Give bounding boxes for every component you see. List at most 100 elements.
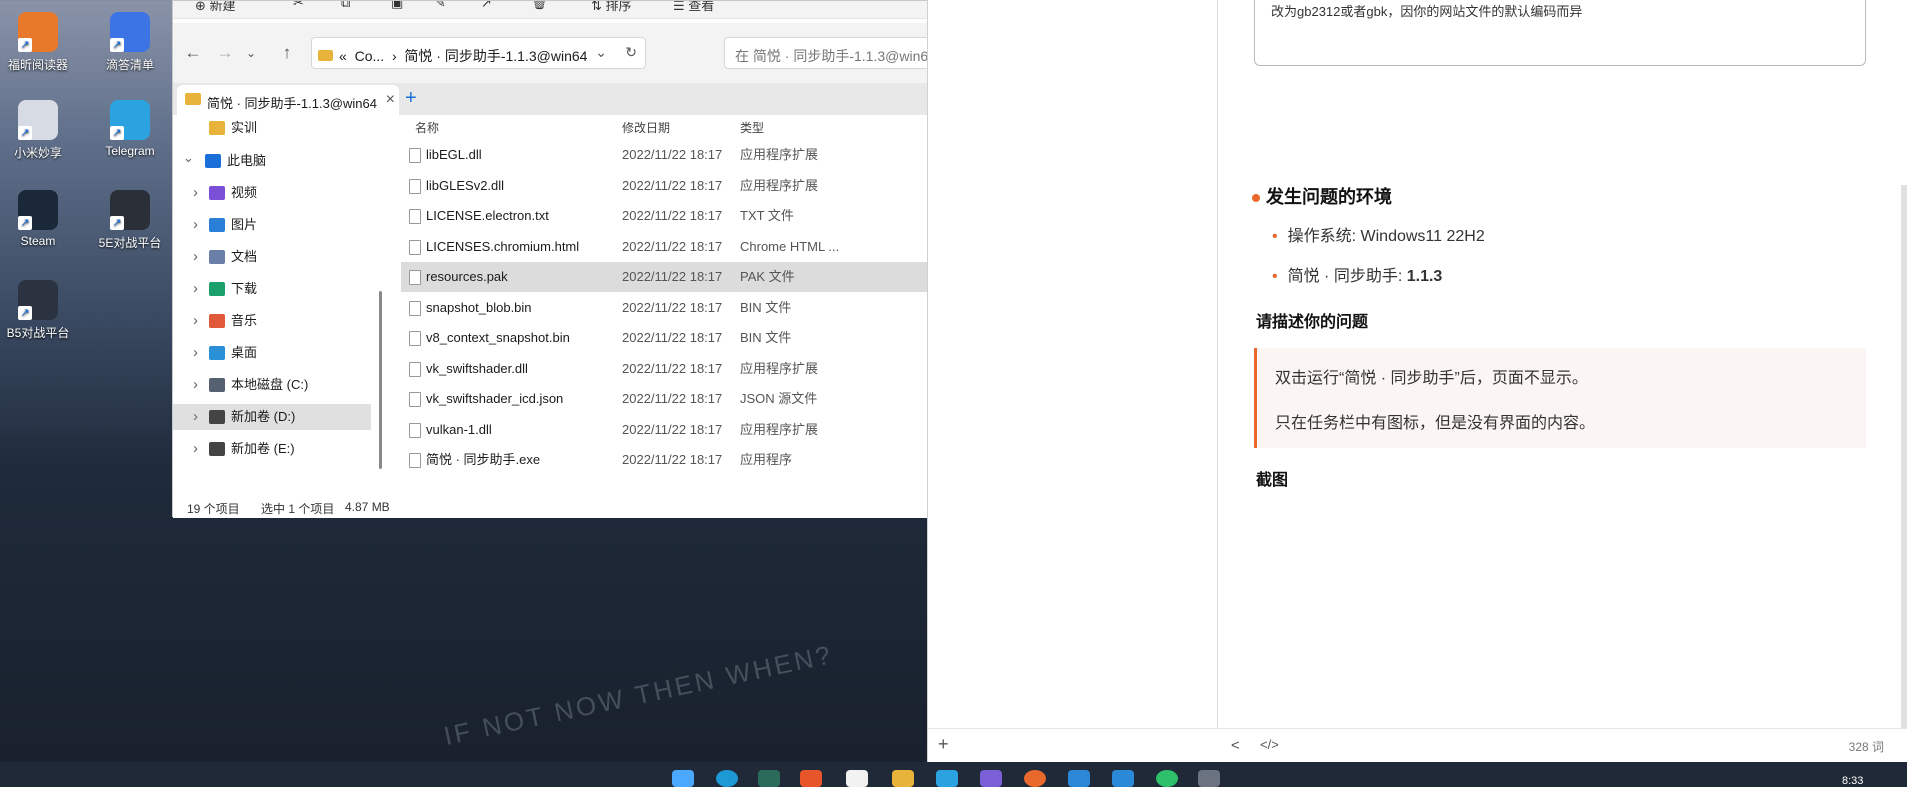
- start-icon[interactable]: [672, 770, 694, 787]
- nav-item[interactable]: › 下载: [173, 276, 371, 302]
- column-type[interactable]: 类型: [740, 119, 764, 136]
- refresh-icon[interactable]: ↻: [625, 44, 637, 61]
- nav-item[interactable]: › 新加卷 (E:): [173, 436, 371, 462]
- add-button[interactable]: +: [938, 734, 949, 755]
- back-button[interactable]: <: [1231, 737, 1240, 754]
- breadcrumb-item[interactable]: Co...: [355, 48, 385, 64]
- app-icon[interactable]: [800, 770, 822, 787]
- file-row[interactable]: snapshot_blob.bin 2022/11/22 18:17 BIN 文件: [401, 293, 930, 323]
- nav-item[interactable]: ⌄ 此电脑: [173, 148, 371, 174]
- vscode-icon[interactable]: [1112, 770, 1134, 787]
- desktop-icon[interactable]: ↗ Steam: [0, 190, 76, 248]
- back-arrow-icon[interactable]: ←: [183, 43, 203, 63]
- address-bar[interactable]: « Co... › 简悦 · 同步助手-1.1.3@win64 ⌄ ↻: [311, 37, 646, 69]
- chevron-right-icon[interactable]: ›: [193, 372, 198, 398]
- nav-item-label: 实训: [231, 120, 258, 135]
- file-row[interactable]: vk_swiftshader_icd.json 2022/11/22 18:17 J…: [401, 384, 930, 414]
- nav-item-icon: [209, 378, 225, 392]
- chevron-right-icon[interactable]: ›: [193, 308, 198, 334]
- nav-item-label: 下载: [231, 281, 258, 296]
- explorer-tab[interactable]: 简悦 · 同步助手-1.1.3@win64 ×: [177, 85, 399, 115]
- chevron-down-icon[interactable]: ⌄: [183, 145, 194, 171]
- cut-icon[interactable]: ✂: [293, 1, 304, 11]
- column-date[interactable]: 修改日期: [622, 119, 670, 136]
- quote-line: 双击运行“简悦 · 同步助手”后，页面不显示。: [1275, 370, 1588, 387]
- nav-item[interactable]: › 音乐: [173, 308, 371, 334]
- file-icon: [409, 239, 421, 255]
- rename-icon[interactable]: ✎: [435, 1, 446, 11]
- chevron-right-icon[interactable]: ›: [193, 276, 198, 302]
- taskbar: 8:33: [0, 762, 1907, 787]
- app-icon[interactable]: [758, 770, 780, 787]
- copy-icon[interactable]: ⧉: [341, 1, 350, 11]
- file-row[interactable]: vk_swiftshader.dll 2022/11/22 18:17 应用程序扩展: [401, 354, 930, 384]
- file-type: Chrome HTML ...: [740, 238, 840, 254]
- desktop-icon[interactable]: ↗ 福昕阅读器: [0, 12, 76, 73]
- desktop-icon[interactable]: ↗ Telegram: [92, 100, 168, 158]
- nav-item-label: 桌面: [231, 345, 258, 360]
- nav-item-label: 本地磁盘 (C:): [231, 377, 309, 392]
- nav-item[interactable]: › 视频: [173, 180, 371, 206]
- shortcut-arrow-icon: ↗: [18, 216, 32, 230]
- file-row[interactable]: LICENSES.chromium.html 2022/11/22 18:17 Ch…: [401, 232, 930, 262]
- recent-chevron-icon[interactable]: ⌄: [241, 46, 261, 60]
- nav-item[interactable]: › 本地磁盘 (C:): [173, 372, 371, 398]
- chevron-right-icon[interactable]: ›: [193, 340, 198, 366]
- file-icon: [409, 392, 421, 407]
- file-row[interactable]: libGLESv2.dll 2022/11/22 18:17 应用程序扩展: [401, 171, 930, 201]
- source-code-button[interactable]: </>: [1260, 737, 1279, 752]
- new-button[interactable]: ⊕ 新建: [195, 1, 236, 14]
- search-input[interactable]: 在 简悦 · 同步助手-1.1.3@win64: [724, 37, 934, 69]
- app-icon[interactable]: [1068, 770, 1090, 787]
- app-icon[interactable]: [980, 770, 1002, 787]
- desktop-icon[interactable]: ↗ B5对战平台: [0, 280, 76, 341]
- delete-icon[interactable]: 🗑: [531, 1, 548, 11]
- nav-item-label: 新加卷 (D:): [231, 409, 296, 424]
- file-icon: [409, 209, 421, 224]
- desktop-icon[interactable]: ↗ 滴答清单: [92, 12, 168, 73]
- file-date: 2022/11/22 18:17: [622, 299, 723, 315]
- chevron-right-icon[interactable]: ›: [193, 212, 198, 238]
- nav-item[interactable]: › 文档: [173, 244, 371, 270]
- app-icon[interactable]: [1198, 770, 1220, 787]
- editor-content[interactable]: 改为gb2312或者gbk，因你的网站文件的默认编码而异 发生问题的环境 • 操作…: [1218, 0, 1907, 728]
- forward-arrow-icon[interactable]: →: [215, 43, 235, 63]
- chevron-right-icon[interactable]: ›: [193, 436, 198, 462]
- chevron-right-icon[interactable]: ›: [193, 244, 198, 270]
- up-arrow-icon[interactable]: ↑: [277, 43, 297, 63]
- sort-button[interactable]: ⇅ 排序: [591, 1, 632, 14]
- chevron-right-icon[interactable]: ›: [193, 180, 198, 206]
- view-button[interactable]: ☰ 查看: [673, 1, 714, 14]
- file-row[interactable]: libEGL.dll 2022/11/22 18:17 应用程序扩展: [401, 140, 930, 170]
- paste-icon[interactable]: ▣: [391, 1, 403, 11]
- clock[interactable]: 8:33: [1842, 775, 1863, 787]
- new-tab-icon[interactable]: +: [405, 87, 417, 110]
- column-name[interactable]: 名称: [415, 119, 439, 136]
- breadcrumb-current[interactable]: 简悦 · 同步助手-1.1.3@win64: [404, 48, 587, 64]
- file-row[interactable]: v8_context_snapshot.bin 2022/11/22 18:17 B…: [401, 323, 930, 353]
- nav-scrollbar[interactable]: [379, 291, 382, 469]
- file-icon: [409, 178, 421, 194]
- editor-scrollbar[interactable]: [1901, 185, 1907, 728]
- app-icon[interactable]: [846, 770, 868, 787]
- app-icon[interactable]: [1156, 770, 1178, 787]
- nav-item[interactable]: › 新加卷 (D:): [173, 404, 371, 430]
- desktop-icon[interactable]: ↗ 5E对战平台: [92, 190, 168, 251]
- edge-icon[interactable]: [716, 770, 738, 787]
- close-tab-icon[interactable]: ×: [386, 91, 395, 109]
- file-explorer-icon[interactable]: [892, 770, 914, 787]
- nav-item[interactable]: 实训: [173, 115, 371, 141]
- file-row[interactable]: 简悦 · 同步助手.exe 2022/11/22 18:17 应用程序: [401, 445, 930, 475]
- nav-item[interactable]: › 桌面: [173, 340, 371, 366]
- app-icon[interactable]: [936, 770, 958, 787]
- chevron-right-icon[interactable]: ›: [193, 404, 198, 430]
- file-row[interactable]: resources.pak 2022/11/22 18:17 PAK 文件: [401, 262, 930, 292]
- nav-item[interactable]: › 图片: [173, 212, 371, 238]
- breadcrumb-overflow[interactable]: «: [339, 48, 347, 64]
- desktop-icon[interactable]: ↗ 小米妙享: [0, 100, 76, 161]
- address-dropdown-icon[interactable]: ⌄: [595, 44, 607, 61]
- file-row[interactable]: vulkan-1.dll 2022/11/22 18:17 应用程序扩展: [401, 415, 930, 445]
- share-icon[interactable]: ↗: [481, 1, 492, 11]
- file-row[interactable]: LICENSE.electron.txt 2022/11/22 18:17 TXT …: [401, 201, 930, 231]
- app-icon[interactable]: [1024, 770, 1046, 787]
